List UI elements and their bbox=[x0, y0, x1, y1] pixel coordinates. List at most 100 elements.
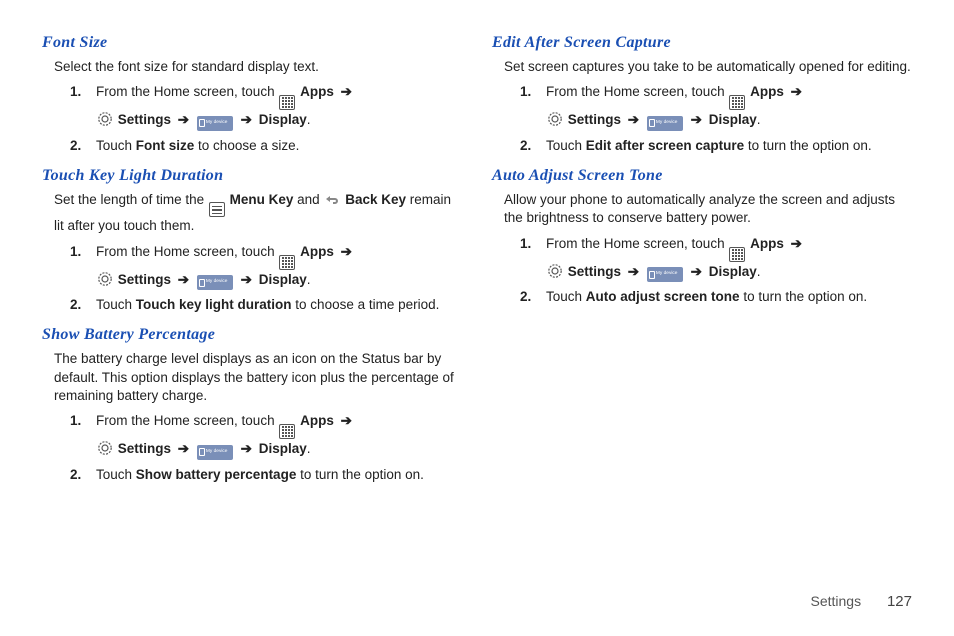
step: From the Home screen, touch Apps ➔ Setti… bbox=[70, 411, 462, 460]
arrow-icon: ➔ bbox=[178, 272, 189, 287]
arrow-icon: ➔ bbox=[691, 112, 702, 127]
period: . bbox=[757, 112, 761, 127]
arrow-icon: ➔ bbox=[691, 264, 702, 279]
apps-icon bbox=[279, 424, 295, 439]
left-column: Font Size Select the font size for stand… bbox=[42, 34, 462, 492]
intro-battery: The battery charge level displays as an … bbox=[54, 350, 462, 405]
steps-battery: From the Home screen, touch Apps ➔ Setti… bbox=[70, 411, 462, 486]
apps-icon bbox=[729, 247, 745, 262]
arrow-icon: ➔ bbox=[341, 413, 352, 428]
arrow-icon: ➔ bbox=[241, 112, 252, 127]
settings-label: Settings bbox=[568, 112, 621, 127]
back-key-label: Back Key bbox=[345, 192, 406, 207]
text: From the Home screen, touch bbox=[96, 84, 278, 99]
step: From the Home screen, touch Apps ➔ Setti… bbox=[70, 82, 462, 131]
my-device-icon: My device bbox=[647, 116, 683, 131]
settings-label: Settings bbox=[568, 264, 621, 279]
heading-battery: Show Battery Percentage bbox=[42, 326, 462, 344]
arrow-icon: ➔ bbox=[628, 112, 639, 127]
step: Touch Font size to choose a size. bbox=[70, 136, 462, 157]
page-footer: Settings 127 bbox=[810, 593, 912, 610]
step: From the Home screen, touch Apps ➔ Setti… bbox=[70, 242, 462, 291]
page-number: 127 bbox=[887, 593, 912, 610]
intro-touch-key: Set the length of time the Menu Key and … bbox=[54, 191, 462, 235]
display-label: Display bbox=[259, 112, 307, 127]
arrow-icon: ➔ bbox=[241, 441, 252, 456]
my-device-label: My device bbox=[206, 450, 228, 455]
heading-font-size: Font Size bbox=[42, 34, 462, 52]
settings-label: Settings bbox=[118, 272, 171, 287]
text: From the Home screen, touch bbox=[96, 413, 278, 428]
step: From the Home screen, touch Apps ➔ Setti… bbox=[520, 82, 912, 131]
apps-icon bbox=[279, 95, 295, 110]
option-name: Show battery percentage bbox=[136, 467, 297, 482]
heading-auto-tone: Auto Adjust Screen Tone bbox=[492, 167, 912, 185]
right-column: Edit After Screen Capture Set screen cap… bbox=[492, 34, 912, 492]
apps-label: Apps bbox=[300, 84, 334, 99]
page-body: Font Size Select the font size for stand… bbox=[0, 0, 954, 492]
heading-edit-capture: Edit After Screen Capture bbox=[492, 34, 912, 52]
intro-edit-capture: Set screen captures you take to be autom… bbox=[504, 58, 912, 76]
arrow-icon: ➔ bbox=[178, 112, 189, 127]
arrow-icon: ➔ bbox=[241, 272, 252, 287]
step: From the Home screen, touch Apps ➔ Setti… bbox=[520, 234, 912, 283]
my-device-label: My device bbox=[206, 280, 228, 285]
apps-icon bbox=[729, 95, 745, 110]
text: Touch bbox=[96, 297, 136, 312]
period: . bbox=[757, 264, 761, 279]
option-name: Auto adjust screen tone bbox=[586, 289, 740, 304]
my-device-icon: My device bbox=[647, 267, 683, 282]
text: From the Home screen, touch bbox=[546, 84, 728, 99]
arrow-icon: ➔ bbox=[341, 244, 352, 259]
arrow-icon: ➔ bbox=[341, 84, 352, 99]
step: Touch Auto adjust screen tone to turn th… bbox=[520, 287, 912, 308]
display-label: Display bbox=[259, 272, 307, 287]
text: to turn the option on. bbox=[296, 467, 424, 482]
apps-label: Apps bbox=[750, 236, 784, 251]
text: From the Home screen, touch bbox=[96, 244, 278, 259]
text: Touch bbox=[546, 138, 586, 153]
menu-key-label: Menu Key bbox=[230, 192, 294, 207]
text: Touch bbox=[96, 467, 136, 482]
step: Touch Show battery percentage to turn th… bbox=[70, 465, 462, 486]
steps-touch-key: From the Home screen, touch Apps ➔ Setti… bbox=[70, 242, 462, 317]
intro-font-size: Select the font size for standard displa… bbox=[54, 58, 462, 76]
settings-label: Settings bbox=[118, 112, 171, 127]
text: From the Home screen, touch bbox=[546, 236, 728, 251]
arrow-icon: ➔ bbox=[178, 441, 189, 456]
my-device-icon: My device bbox=[197, 275, 233, 290]
arrow-icon: ➔ bbox=[791, 236, 802, 251]
apps-label: Apps bbox=[750, 84, 784, 99]
apps-label: Apps bbox=[300, 413, 334, 428]
option-name: Edit after screen capture bbox=[586, 138, 744, 153]
option-name: Touch key light duration bbox=[136, 297, 292, 312]
text: Touch bbox=[546, 289, 586, 304]
display-label: Display bbox=[709, 112, 757, 127]
heading-touch-key: Touch Key Light Duration bbox=[42, 167, 462, 185]
period: . bbox=[307, 272, 311, 287]
period: . bbox=[307, 441, 311, 456]
settings-label: Settings bbox=[118, 441, 171, 456]
gear-icon bbox=[547, 263, 563, 279]
text: and bbox=[297, 192, 323, 207]
steps-font-size: From the Home screen, touch Apps ➔ Setti… bbox=[70, 82, 462, 157]
display-label: Display bbox=[709, 264, 757, 279]
step: Touch Touch key light duration to choose… bbox=[70, 295, 462, 316]
my-device-label: My device bbox=[656, 121, 678, 126]
text: to choose a time period. bbox=[292, 297, 440, 312]
gear-icon bbox=[97, 111, 113, 127]
arrow-icon: ➔ bbox=[791, 84, 802, 99]
steps-edit-capture: From the Home screen, touch Apps ➔ Setti… bbox=[520, 82, 912, 157]
text: to choose a size. bbox=[194, 138, 299, 153]
gear-icon bbox=[97, 271, 113, 287]
arrow-icon: ➔ bbox=[628, 264, 639, 279]
steps-auto-tone: From the Home screen, touch Apps ➔ Setti… bbox=[520, 234, 912, 309]
menu-key-icon bbox=[209, 202, 225, 217]
text: Set the length of time the bbox=[54, 192, 208, 207]
text: to turn the option on. bbox=[740, 289, 868, 304]
text: Touch bbox=[96, 138, 136, 153]
my-device-icon: My device bbox=[197, 445, 233, 460]
my-device-icon: My device bbox=[197, 116, 233, 131]
my-device-label: My device bbox=[656, 272, 678, 277]
gear-icon bbox=[547, 111, 563, 127]
